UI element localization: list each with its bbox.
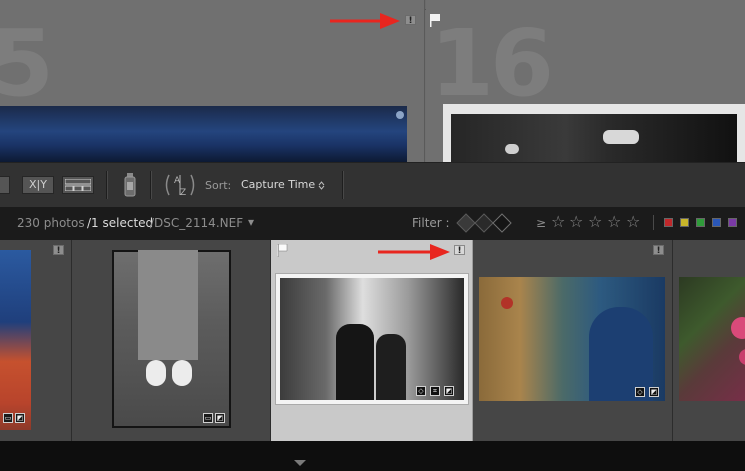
filmstrip-cell-selected[interactable]: ! ◇ ⌗ ◩ [271, 240, 473, 441]
bottom-panel-bar [0, 441, 745, 471]
arrow-annotation-icon [330, 13, 400, 29]
photo-legs [138, 250, 198, 360]
cell-badge-icon[interactable]: ! [53, 245, 64, 256]
sort-value: Capture Time [241, 178, 316, 191]
arrow-annotation-icon [378, 244, 450, 260]
filmstrip-thumbnail[interactable]: ◇ ⌗ ◩ [275, 273, 469, 405]
photo-person [336, 324, 374, 400]
compare-label: X|Y [29, 178, 47, 191]
toolbar: X|Y A Z Sort: Capture Time [0, 162, 745, 208]
develop-edit-icon: ◩ [444, 386, 454, 396]
filmstrip-info-bar: 230 photos /1 selected /DSC_2114.NEF ▾ F… [0, 207, 745, 240]
photo-person [376, 334, 406, 400]
sort-direction-icon[interactable]: A Z [163, 171, 197, 199]
cell-index-number: 5 [0, 10, 54, 117]
cell-badge-icon[interactable]: ! [454, 245, 465, 256]
color-label-purple[interactable] [728, 218, 737, 227]
selected-filename[interactable]: /DSC_2114.NEF [150, 216, 243, 230]
photo-highlight [396, 111, 404, 119]
filter-separator [653, 215, 654, 230]
star-filter-3[interactable]: ☆ [588, 214, 602, 230]
filmstrip-thumbnail[interactable] [679, 277, 745, 401]
flag-icon[interactable] [277, 244, 288, 257]
cell-index-number: 16 [430, 10, 554, 117]
develop-edit-icon: ◩ [15, 413, 25, 423]
grid-photo-blue[interactable] [0, 106, 407, 162]
star-filter-2[interactable]: ☆ [569, 214, 583, 230]
photo-flower [739, 349, 745, 365]
keyword-icon: ◇ [416, 386, 426, 396]
flag-icon[interactable] [430, 14, 441, 27]
photo-light [505, 144, 519, 154]
loupe-view-button[interactable] [0, 176, 10, 194]
filmstrip: ! ▭ ◩ ▭ ◩ ! ◇ ⌗ ◩ ! ◇ ◩ [0, 240, 745, 441]
grid-photo-bw[interactable] [443, 104, 745, 162]
photo-shoe [172, 360, 192, 386]
photo-object [501, 297, 513, 309]
filmstrip-thumbnail[interactable] [0, 250, 31, 430]
color-label-red[interactable] [664, 218, 673, 227]
chevron-updown-icon [318, 181, 325, 190]
toolbar-separator [342, 171, 344, 199]
star-filter-4[interactable]: ☆ [607, 214, 621, 230]
grid-cell-right[interactable]: 16 [426, 0, 745, 162]
photo-light [603, 130, 639, 144]
color-label-green[interactable] [696, 218, 705, 227]
panel-toggle-icon[interactable] [294, 460, 306, 466]
color-label-blue[interactable] [712, 218, 721, 227]
sort-dropdown[interactable]: Capture Time [238, 175, 332, 195]
flag-filter-icon[interactable] [456, 213, 516, 233]
develop-edit-icon: ◩ [215, 413, 225, 423]
filmstrip-cell[interactable]: ! ◇ ◩ [473, 240, 673, 441]
grid-view: 5 ! 16 [0, 0, 745, 162]
photo-count: 230 photos [17, 216, 85, 230]
color-label-yellow[interactable] [680, 218, 689, 227]
rating-operator[interactable]: ≥ [536, 216, 546, 230]
photo-content [451, 114, 737, 162]
toolbar-separator [150, 171, 152, 199]
keyword-icon: ◇ [635, 387, 645, 397]
photo-flower [731, 317, 745, 339]
star-filter-1[interactable]: ☆ [551, 214, 565, 230]
cell-badge-icon[interactable]: ! [405, 15, 416, 26]
crop-icon: ⌗ [430, 386, 440, 396]
survey-view-button[interactable] [62, 176, 94, 194]
filmstrip-cell[interactable]: ▭ ◩ [72, 240, 271, 441]
painter-spray-icon[interactable] [122, 172, 138, 198]
selected-count: /1 selected [87, 216, 154, 230]
stack-icon: ▭ [203, 413, 213, 423]
cell-badge-icon[interactable]: ! [653, 245, 664, 256]
compare-view-button[interactable]: X|Y [22, 176, 54, 194]
filter-label: Filter : [412, 216, 450, 230]
filmstrip-cell[interactable]: ! ▭ ◩ [0, 240, 72, 441]
filmstrip-thumbnail[interactable] [112, 250, 231, 428]
toolbar-separator [106, 171, 108, 199]
sort-label: Sort: [205, 179, 232, 192]
filmstrip-thumbnail[interactable]: ◇ ◩ [479, 277, 665, 401]
stack-icon: ▭ [3, 413, 13, 423]
filename-dropdown-icon[interactable]: ▾ [248, 215, 254, 229]
photo-shoe [146, 360, 166, 386]
develop-edit-icon: ◩ [649, 387, 659, 397]
survey-grid-icon [64, 178, 92, 192]
filmstrip-cell[interactable] [673, 240, 745, 441]
star-filter-5[interactable]: ☆ [626, 214, 640, 230]
svg-text:Z: Z [180, 188, 186, 198]
